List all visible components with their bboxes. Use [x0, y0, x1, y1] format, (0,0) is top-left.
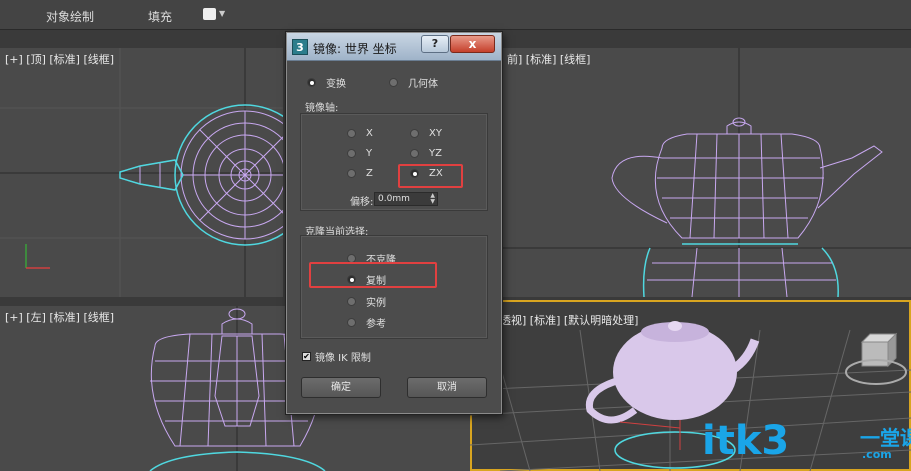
radio-axis-z[interactable]: Z: [347, 168, 373, 179]
tab-fill[interactable]: 填充: [148, 8, 172, 25]
brush-icon: [203, 8, 216, 20]
mirror-ik-checkbox[interactable]: ✔ 镜像 IK 限制: [302, 349, 371, 364]
viewport-perspective-label[interactable]: 透视] [标准] [默认明暗处理]: [500, 312, 638, 328]
radio-clone-reference[interactable]: 参考: [347, 315, 386, 330]
teapot-front-wireframe: [502, 48, 911, 297]
viewport-front-label[interactable]: 前] [标准] [线框]: [507, 51, 590, 67]
viewport-top-label[interactable]: [+] [顶] [标准] [线框]: [5, 51, 114, 67]
radio-dot-selected: [307, 78, 316, 87]
dialog-title: 镜像: 世界 坐标: [313, 42, 397, 56]
cancel-button[interactable]: 取消: [407, 377, 487, 398]
teapot-top-wireframe: [0, 48, 283, 297]
dialog-titlebar[interactable]: 3 镜像: 世界 坐标 ? x: [287, 33, 501, 61]
radio-geometry[interactable]: 几何体: [389, 75, 438, 90]
axis-group-title: 镜像轴:: [305, 103, 339, 114]
ok-button[interactable]: 确定: [301, 377, 381, 398]
radio-axis-yz[interactable]: YZ: [410, 148, 442, 159]
radio-axis-x[interactable]: X: [347, 128, 373, 139]
radio-axis-xy[interactable]: XY: [410, 128, 442, 139]
radio-dot: [389, 78, 398, 87]
radio-clone-instance[interactable]: 实例: [347, 294, 386, 309]
viewport-front[interactable]: 前] [标准] [线框]: [502, 48, 911, 297]
site-watermark-logo: itk3 一堂课 .com: [702, 418, 911, 464]
highlight-clone-copy: [309, 262, 437, 288]
viewport-top[interactable]: [+] [顶] [标准] [线框]: [0, 48, 283, 297]
spinner-arrows-icon[interactable]: ▲ ▼: [430, 193, 435, 205]
checkmark-icon: ✔: [302, 352, 311, 361]
highlight-axis-zx: [398, 164, 463, 188]
mirror-dialog: 3 镜像: 世界 坐标 ? x 变换 几何体 镜像轴: X Y Z XY YZ …: [286, 32, 502, 414]
ribbon-bar: 对象绘制 填充 ▼: [0, 0, 911, 30]
close-button[interactable]: x: [450, 35, 495, 53]
offset-label: 偏移:: [350, 197, 374, 208]
chevron-down-icon: ▼: [219, 9, 226, 18]
app-3dsmax-icon: 3: [292, 39, 308, 55]
help-button[interactable]: ?: [421, 35, 449, 53]
viewport-perspective[interactable]: 透视] [标准] [默认明暗处理]: [470, 300, 911, 471]
tab-object-paint[interactable]: 对象绘制: [46, 8, 94, 25]
radio-axis-y[interactable]: Y: [347, 148, 372, 159]
radio-transform[interactable]: 变换: [307, 75, 346, 90]
offset-spinner[interactable]: 0.0mm ▲ ▼: [374, 192, 438, 206]
viewcube-icon: [845, 332, 907, 385]
brush-dropdown[interactable]: ▼: [203, 8, 225, 22]
viewport-left-label[interactable]: [+] [左] [标准] [线框]: [5, 309, 114, 325]
